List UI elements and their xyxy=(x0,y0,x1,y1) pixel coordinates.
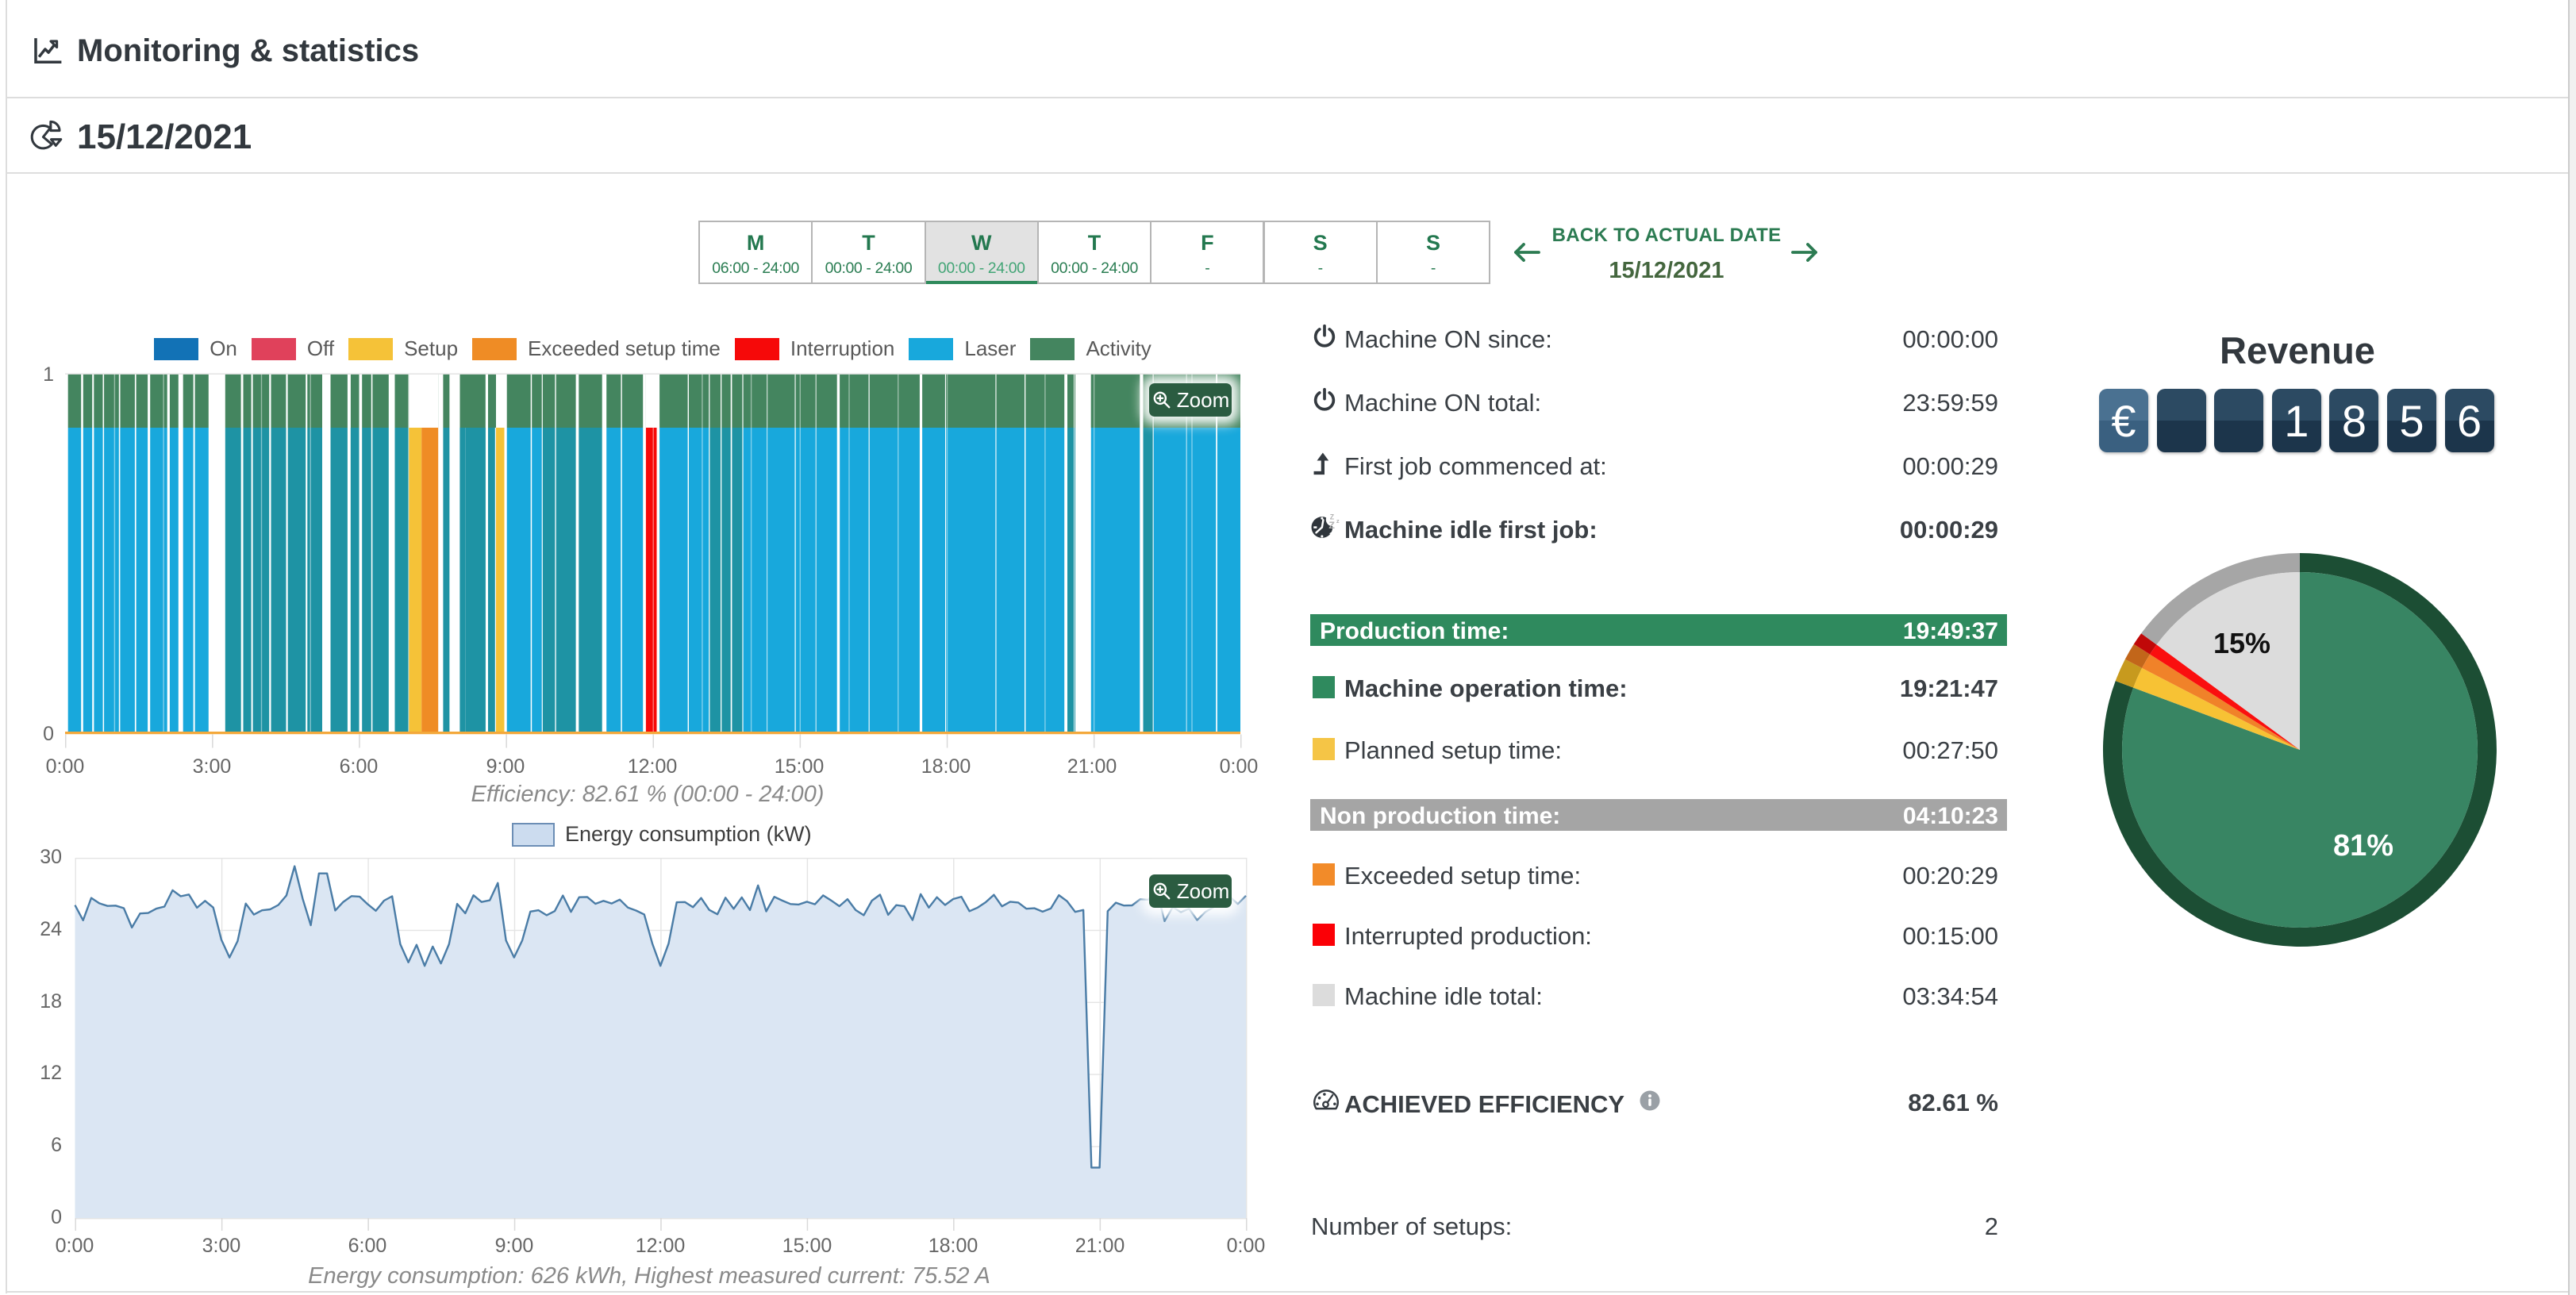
svg-text:Z: Z xyxy=(1328,520,1335,531)
svg-text:z: z xyxy=(1336,517,1340,525)
